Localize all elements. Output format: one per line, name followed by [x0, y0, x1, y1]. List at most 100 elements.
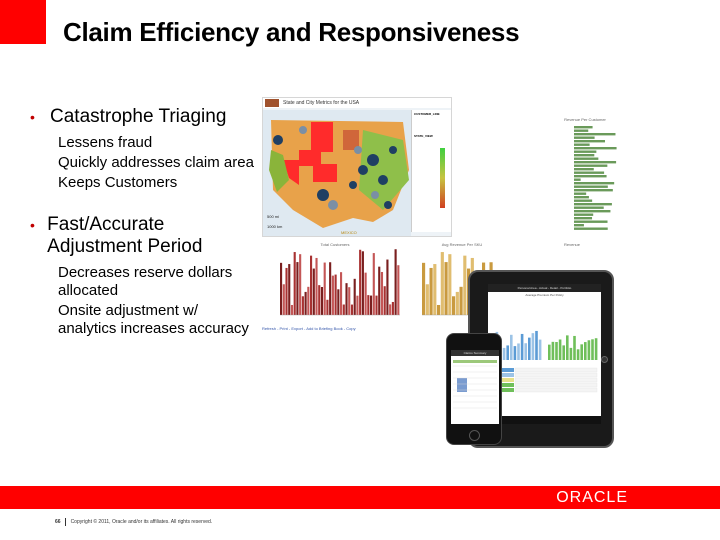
bar-mark — [350, 304, 354, 315]
legend-title: STATE_VIEW — [414, 134, 433, 138]
copyright: Copyright © 2011, Oracle and/or its affi… — [70, 519, 213, 525]
chart-total-customers: Total Customers — [270, 242, 400, 322]
ipad-header: Personal Area - Actual - Detail - Portfo… — [488, 284, 601, 292]
bar-mark — [394, 249, 397, 315]
bullet-item: • Fast/Accurate Adjustment Period — [28, 214, 258, 258]
bar-mark — [326, 299, 329, 315]
bar-mark — [574, 189, 613, 192]
bar-mark — [576, 349, 580, 360]
bar-mark — [359, 249, 362, 315]
bar-mark — [433, 264, 437, 315]
bar-mark — [293, 252, 296, 315]
bar-mark — [535, 330, 538, 360]
dashboard-links[interactable]: Refresh - Print - Export - Add to Briefi… — [262, 326, 356, 331]
legend-gradient — [440, 148, 445, 208]
map-region-hot — [313, 164, 337, 182]
bar-mark — [304, 291, 307, 315]
bar-mark — [422, 262, 426, 315]
bar-mark — [397, 265, 400, 315]
bar-mark — [440, 252, 444, 315]
revenue-bar-panel: Revenue Per Customer — [552, 117, 618, 237]
bullet-dot-icon: • — [30, 109, 35, 125]
bar-mark — [574, 175, 607, 178]
bar-mark — [307, 286, 310, 315]
chart-revenue: Revenue — [524, 242, 620, 272]
bar-mark — [574, 143, 590, 146]
bar-mark — [375, 295, 378, 315]
bar-mark — [345, 283, 348, 315]
footer-divider — [64, 518, 66, 526]
bar-mark — [574, 213, 594, 216]
bar-mark — [340, 272, 343, 315]
bar-mark — [444, 262, 448, 315]
bar-mark — [364, 272, 367, 315]
bar-mark — [448, 254, 452, 315]
scale-label: 500 mi — [267, 214, 279, 219]
bar-mark — [524, 343, 527, 360]
bar-mark — [574, 129, 589, 132]
bullet-group-triaging: • Catastrophe Triaging –Lessens fraud –Q… — [28, 106, 306, 445]
iphone-device: Claims Summary — [446, 333, 502, 445]
map-label: MEXICO — [341, 230, 357, 235]
map-logo-icon — [265, 99, 279, 107]
bar-mark — [574, 147, 617, 150]
bar-mark — [574, 203, 612, 206]
sub-bullet-text: Quickly addresses claim area — [58, 154, 254, 171]
bar-mark — [320, 286, 324, 315]
bar-mark — [574, 171, 605, 174]
ipad-screen: Personal Area - Actual - Detail - Portfo… — [488, 284, 601, 424]
bar-mark — [574, 178, 581, 181]
bar-mark — [348, 287, 351, 315]
bar-mark — [574, 199, 593, 202]
bar-mark — [459, 286, 463, 315]
bar-mark — [356, 295, 359, 315]
bar-mark — [506, 345, 509, 360]
bar-mark — [574, 164, 608, 167]
bar-mark — [510, 334, 513, 360]
bar-mark — [285, 267, 288, 315]
bar-mark — [437, 304, 441, 315]
bar-mark — [574, 136, 595, 139]
map-region-hot — [299, 150, 321, 166]
bar-mark — [574, 192, 587, 195]
bar-mark — [282, 284, 285, 315]
bar-mark — [391, 301, 394, 315]
bullet-text: Fast/Accurate Adjustment Period — [47, 214, 203, 257]
bar-mark — [380, 271, 384, 315]
bar-mark — [513, 346, 517, 360]
bar-mark — [288, 264, 291, 315]
bar-mark — [520, 333, 524, 360]
bar-mark — [312, 268, 315, 315]
bar-mark — [455, 291, 459, 315]
footer-bar: ORACLE — [0, 486, 720, 509]
bar-mark — [337, 289, 340, 315]
bar-mark — [386, 259, 389, 315]
bar-mark — [315, 257, 318, 315]
bar-mark — [574, 182, 615, 185]
bar-mark — [594, 338, 598, 360]
bar-mark — [452, 296, 456, 315]
table-row — [514, 387, 598, 393]
bar-mark — [584, 342, 587, 360]
bar-mark — [555, 341, 558, 360]
bar-mark — [329, 262, 332, 315]
slide-title: Claim Efficiency and Responsiveness — [63, 17, 520, 47]
scale-label: 1000 km — [267, 224, 283, 229]
bar-mark — [425, 284, 429, 315]
bar-mark — [591, 339, 594, 360]
bar-mark — [370, 295, 373, 315]
legend-panel: CUSTOMER_LINE STATE_VIEW — [411, 110, 451, 232]
bar-mark — [463, 255, 467, 315]
bar-mark — [429, 267, 433, 315]
oracle-logo: ORACLE — [556, 489, 628, 506]
bar-mark — [574, 210, 611, 213]
bar-mark — [562, 345, 565, 360]
iphone-home-button — [469, 430, 480, 441]
bar-mark — [538, 339, 542, 360]
bullet-item: • Catastrophe Triaging — [28, 106, 258, 128]
bar-mark — [580, 344, 583, 360]
horizontal-bar-chart — [574, 126, 617, 230]
bar-mark — [296, 262, 299, 315]
bullet-dot-icon: • — [30, 217, 35, 233]
bar-mark — [367, 295, 370, 315]
